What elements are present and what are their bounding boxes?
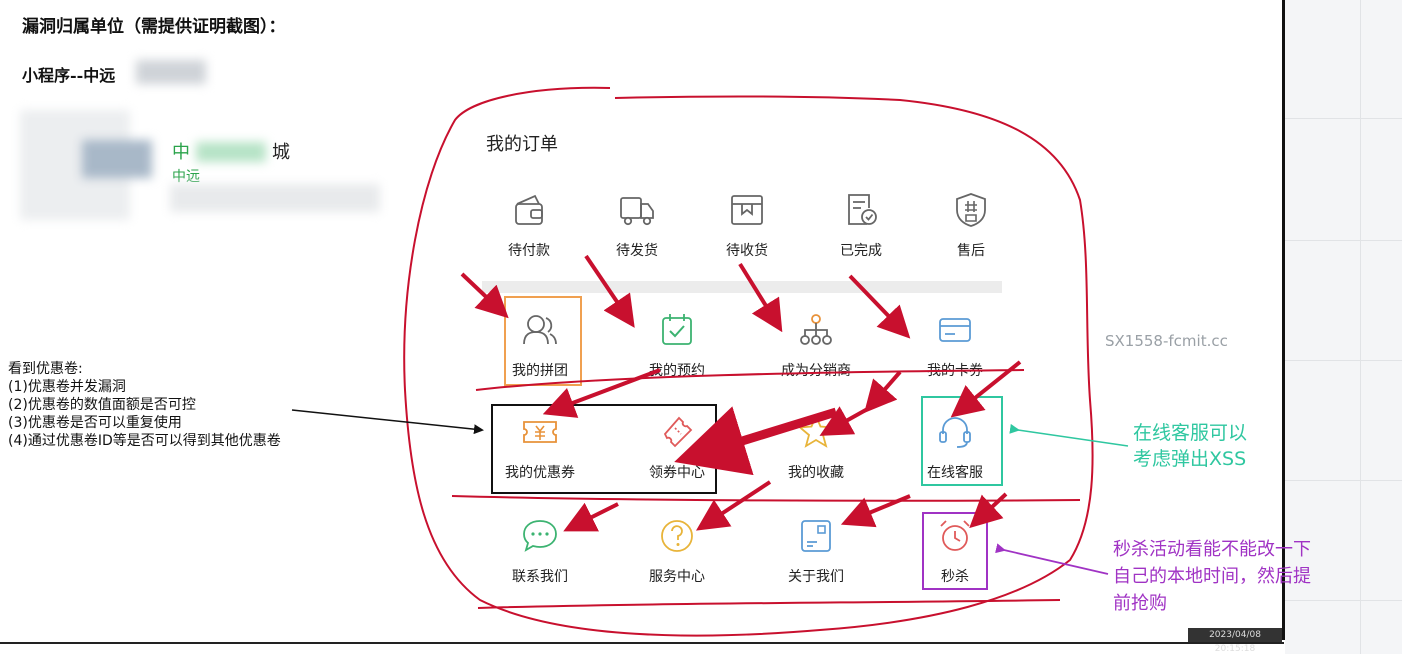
xss-note: 在线客服可以 考虑弹出XSS (1133, 420, 1247, 472)
red-arrows (460, 254, 1022, 532)
xss-note-line: 在线客服可以 (1133, 422, 1248, 444)
teal-arrow (1009, 423, 1129, 447)
seckill-note-line: 秒杀活动看能不能改一下 (1113, 539, 1311, 560)
coupon-notes: 看到优惠卷: (1)优惠卷并发漏洞 (2)优惠卷的数值面额是否可控 (3)优惠卷… (8, 360, 281, 450)
red-underlines (451, 369, 1081, 609)
coupon-note-line: (4)通过优惠卷ID等是否可以得到其他优惠卷 (8, 433, 281, 449)
big-red-arrow (674, 406, 838, 476)
coupon-note-line: 看到优惠卷: (8, 361, 83, 377)
coupon-note-line: (2)优惠卷的数值面额是否可控 (8, 397, 196, 413)
seckill-note: 秒杀活动看能不能改一下 自己的本地时间，然后提 前抢购 (1113, 536, 1311, 617)
coupon-note-line: (1)优惠卷并发漏洞 (8, 379, 126, 395)
watermark-text: SX1558-fcmit.cc (1105, 332, 1228, 350)
seckill-note-line: 自己的本地时间，然后提 (1113, 566, 1311, 587)
black-arrow (291, 409, 484, 435)
xss-note-line: 考虑弹出XSS (1133, 448, 1247, 470)
timestamp: 2023/04/08 20:15:18 (1188, 628, 1282, 654)
coupon-note-line: (3)优惠卷是否可以重复使用 (8, 415, 182, 431)
red-outline-loop (403, 86, 1094, 637)
seckill-note-line: 前抢购 (1113, 593, 1167, 614)
